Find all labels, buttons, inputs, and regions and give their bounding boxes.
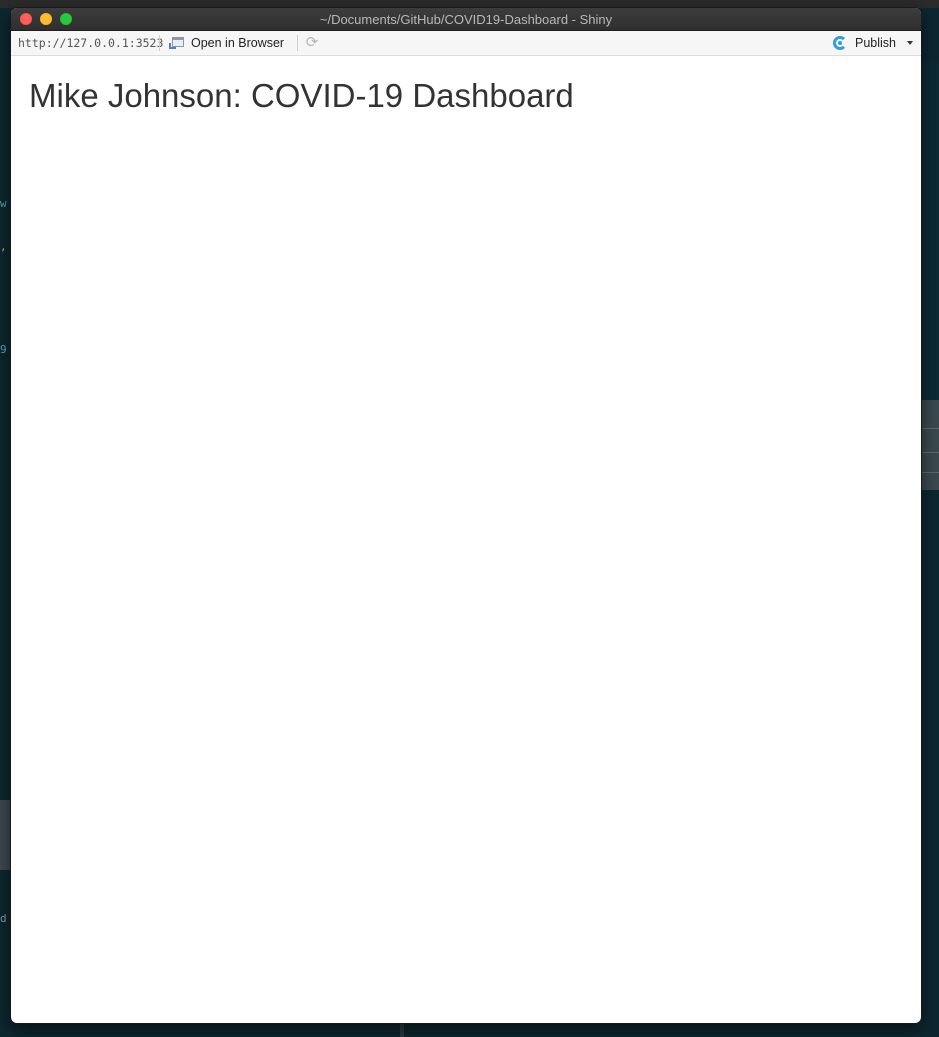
chevron-down-icon[interactable] [907, 41, 913, 45]
window-title: ~/Documents/GitHub/COVID19-Dashboard - S… [319, 12, 613, 27]
publish-icon [832, 36, 850, 50]
publish-label: Publish [855, 36, 896, 50]
viewer-toolbar: http://127.0.0.1:3523 Open in Browser ⟳ … [11, 31, 921, 56]
publish-button[interactable]: Publish [832, 34, 913, 52]
ide-right-toolbar [921, 400, 939, 490]
ide-pane-divider[interactable] [400, 1023, 404, 1037]
window-titlebar[interactable]: ~/Documents/GitHub/COVID19-Dashboard - S… [11, 8, 921, 31]
app-url: http://127.0.0.1:3523 [18, 36, 164, 50]
ide-top-bar [0, 0, 939, 8]
shiny-window: ~/Documents/GitHub/COVID19-Dashboard - S… [11, 8, 921, 1023]
toolbar-separator [159, 35, 160, 51]
ide-right-panel [921, 60, 939, 400]
open-in-browser-button[interactable]: Open in Browser [169, 34, 284, 52]
refresh-icon[interactable]: ⟳ [304, 35, 320, 51]
open-in-browser-icon [169, 37, 185, 49]
page-title: Mike Johnson: COVID-19 Dashboard [29, 77, 574, 114]
open-in-browser-label: Open in Browser [191, 36, 285, 50]
toolbar-separator [297, 35, 298, 51]
app-content: Mike Johnson: COVID-19 Dashboard [11, 56, 921, 136]
